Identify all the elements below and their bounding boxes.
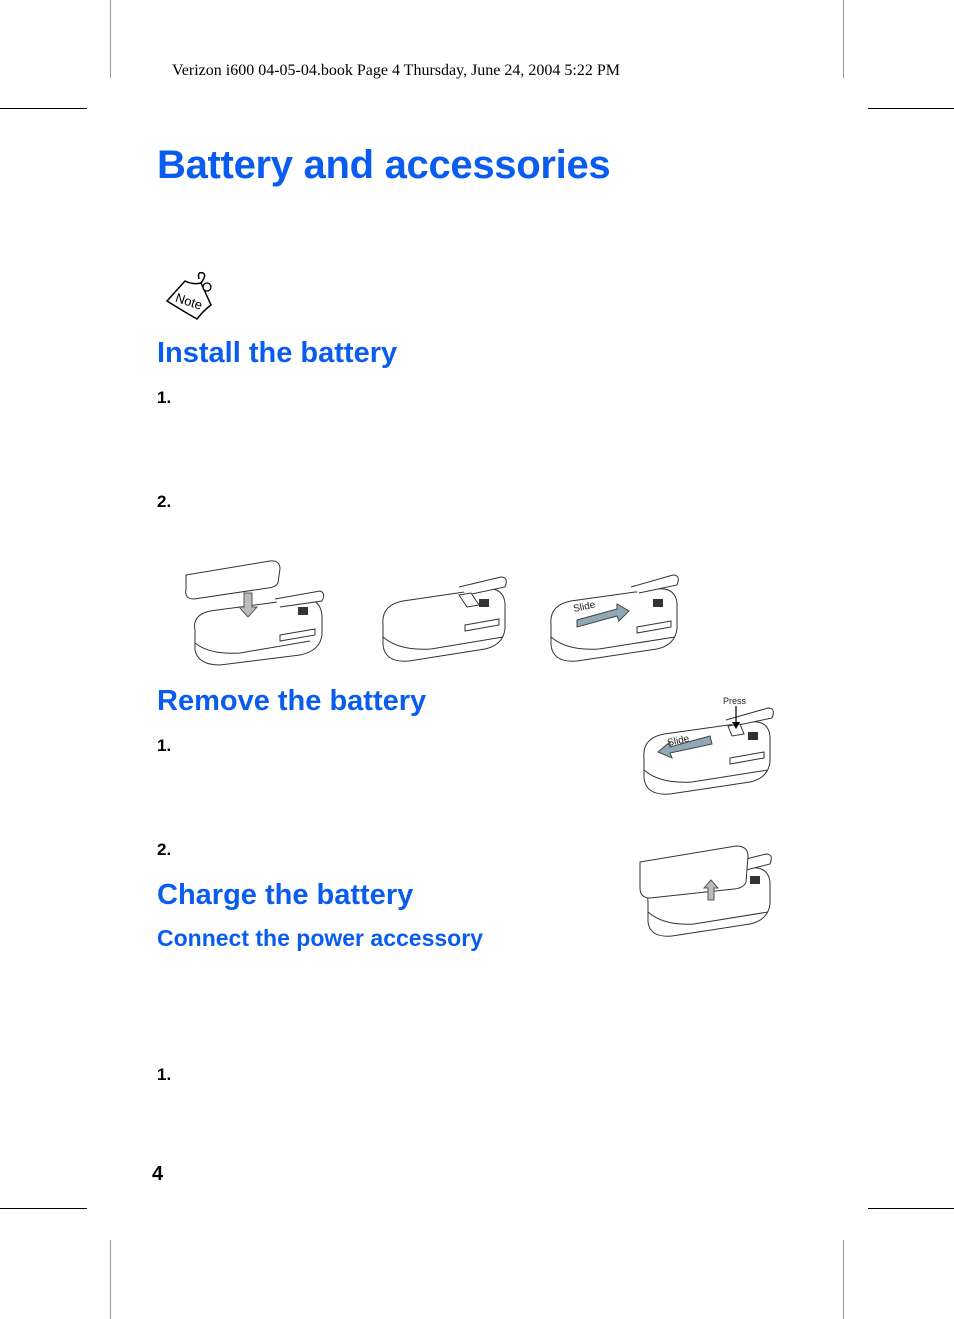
trim-line [110,1240,111,1319]
trim-line [0,108,87,109]
book-header-info: Verizon i600 04-05-04.book Page 4 Thursd… [172,62,620,79]
trim-line [843,1240,844,1319]
page-title: Battery and accessories [157,143,611,187]
camera-icon [479,599,489,607]
section-heading-install: Install the battery [157,337,398,369]
note-icon: Note [163,271,219,323]
remove-step-number: 1. [157,736,172,755]
install-step-number: 1. [157,388,172,407]
battery-press-slide-illustration: Press Slide [643,696,774,795]
camera-icon [653,599,663,607]
battery-slide-lock-illustration: Slide [550,574,679,662]
trim-line [868,1208,954,1209]
battery-lower-illustration [185,560,325,666]
camera-icon [298,607,308,615]
install-step-number: 2. [157,492,172,511]
trim-line [843,0,844,78]
remove-step-number: 2. [157,840,172,859]
section-heading-remove: Remove the battery [157,685,427,717]
battery-lift-illustration [639,845,772,937]
section-heading-charge: Charge the battery [157,879,414,911]
subsection-heading-connect-power: Connect the power accessory [157,925,483,951]
page-number: 4 [152,1163,164,1185]
battery-seated-illustration [382,576,507,662]
camera-icon [748,732,758,740]
trim-line [0,1208,87,1209]
camera-icon [750,876,760,884]
trim-line [110,0,111,78]
trim-line [868,108,954,109]
press-label: Press [723,696,747,706]
charge-step-number: 1. [157,1065,172,1084]
